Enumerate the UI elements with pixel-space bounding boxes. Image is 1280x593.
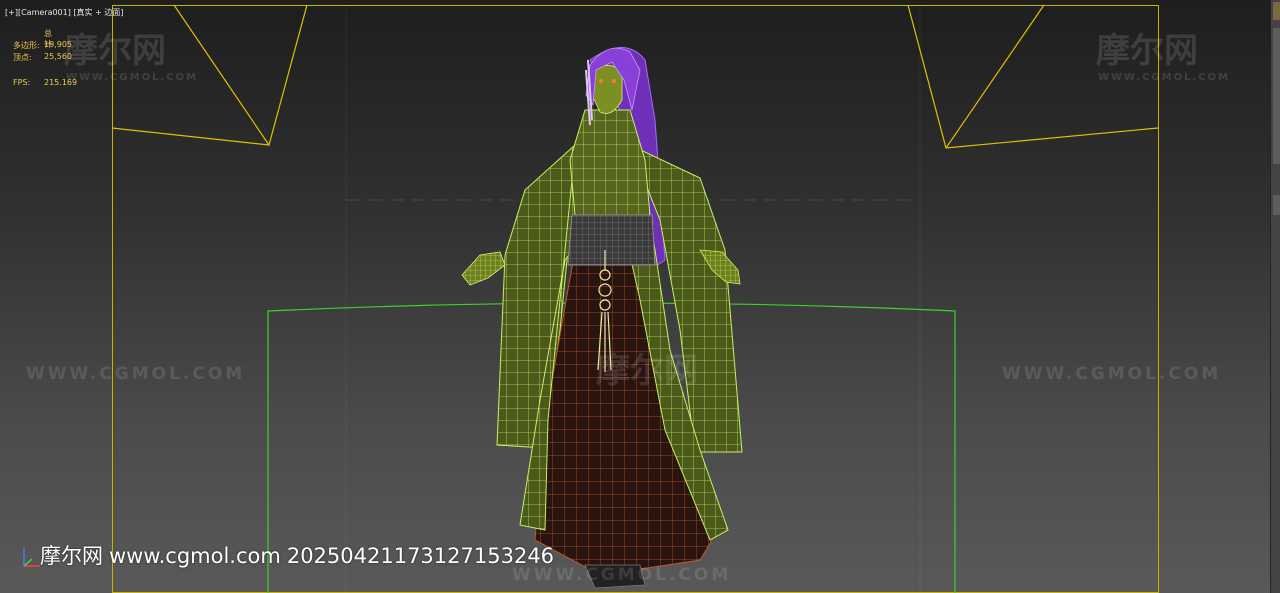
footer-watermark: 摩尔网 www.cgmol.com 20250421173127153246 [40, 540, 560, 570]
watermark-url-small: WWW.CGMOL.COM [66, 72, 199, 83]
watermark-url-small: WWW.CGMOL.COM [1098, 72, 1231, 83]
viewport-menu-general[interactable]: [+] [5, 8, 18, 17]
footer-stamp: 20250421173127153246 [286, 544, 555, 568]
watermark-logo: 摩尔网 [596, 351, 698, 391]
watermark-logo: 摩尔网 [64, 31, 166, 71]
stats-polys-label: 多边形: [13, 41, 40, 50]
camera-viewport[interactable]: [+][Camera001] [真实 + 边面] 总计 多边形: 19,905 顶… [0, 0, 1270, 593]
panel-tab[interactable] [1273, 195, 1280, 215]
watermark-url-large: WWW.CGMOL.COM [26, 364, 246, 384]
viewport-label-menu[interactable]: [+][Camera001] [真实 + 边面] [5, 7, 123, 18]
viewport-menu-shading[interactable]: [真实 + 边面] [73, 8, 123, 17]
watermark-url-large: WWW.CGMOL.COM [1002, 364, 1222, 384]
stats-fps-label: FPS: [13, 78, 31, 87]
right-panel-edge[interactable] [1270, 0, 1280, 593]
panel-tab[interactable] [1273, 2, 1280, 20]
footer-site-cn: 摩尔网 [40, 544, 103, 568]
viewport-menu-camera[interactable]: [Camera001] [18, 8, 71, 17]
panel-scrollbar[interactable] [1273, 28, 1280, 164]
stats-verts-label: 顶点: [13, 53, 32, 62]
footer-site-url: www.cgmol.com [109, 544, 281, 568]
character-mesh[interactable] [461, 47, 743, 589]
watermark-logo: 摩尔网 [1096, 31, 1198, 71]
head [591, 65, 623, 114]
scene-canvas[interactable] [0, 0, 1270, 593]
